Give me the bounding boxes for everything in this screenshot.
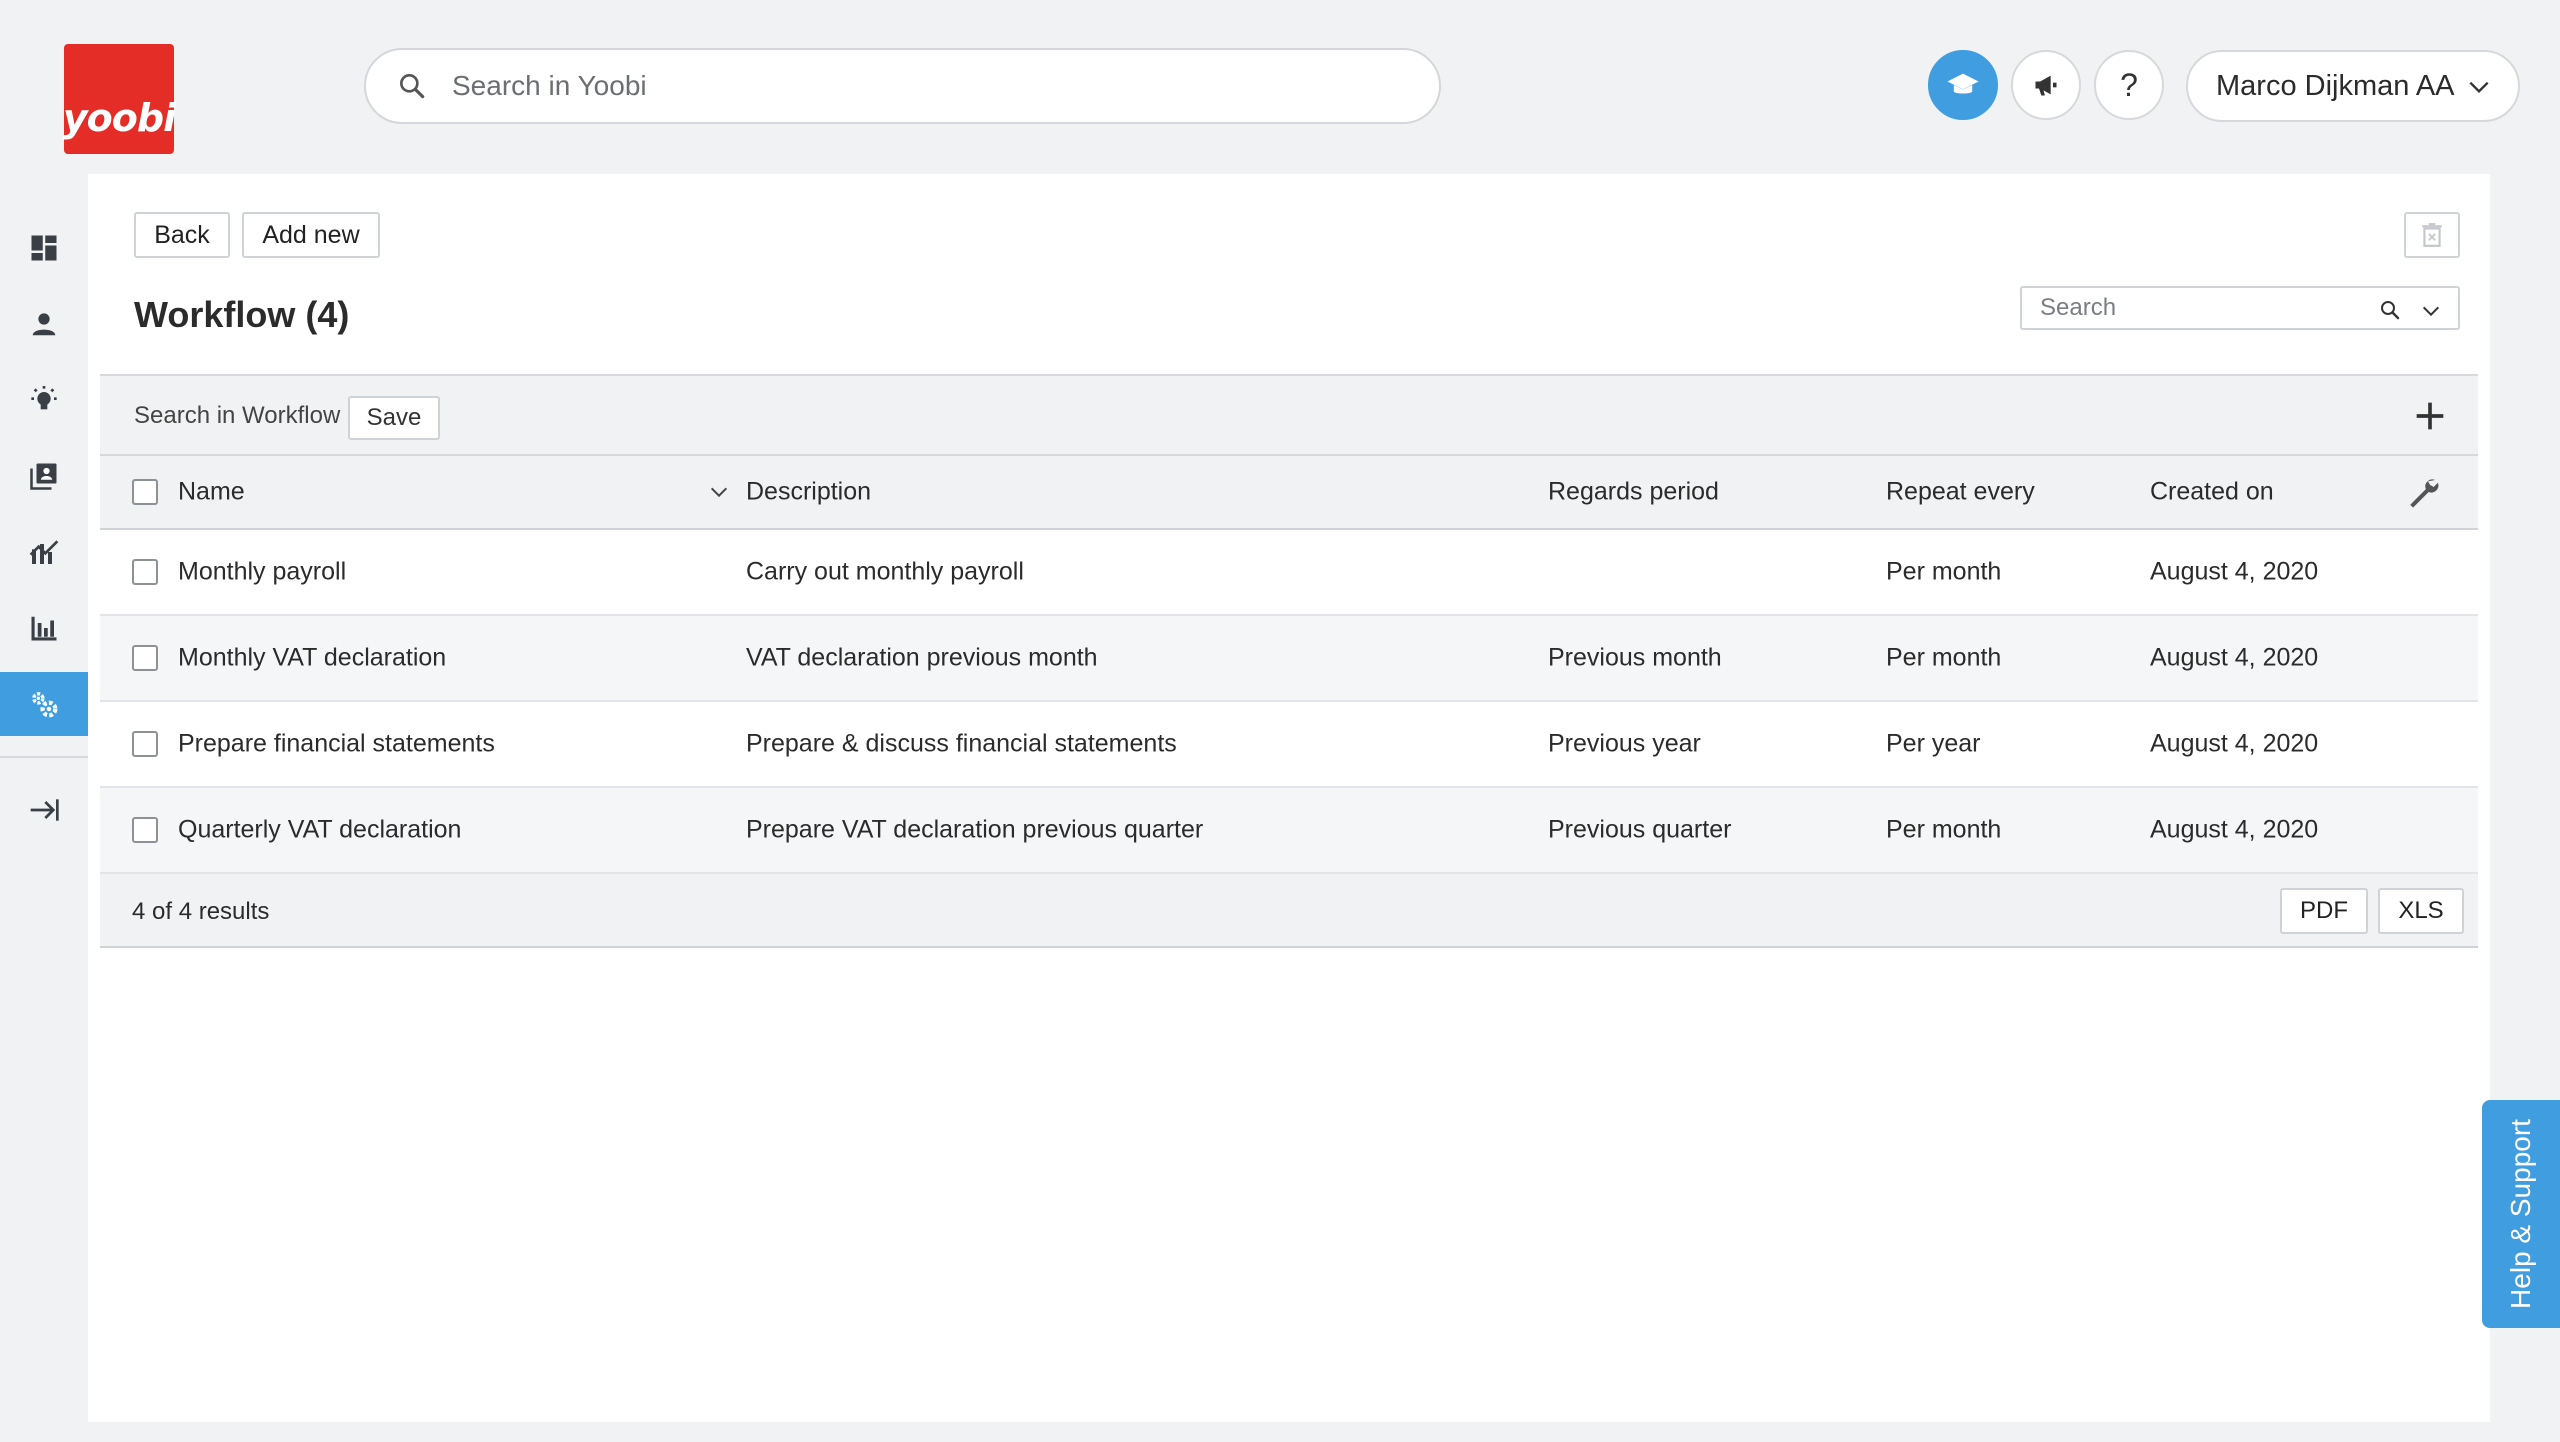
row-repeat-every: Per month [1886, 815, 2002, 844]
sidebar-item-contacts[interactable] [0, 444, 88, 508]
grid-search-label: Search in Workflow [134, 402, 341, 429]
row-regards-period: Previous year [1548, 729, 1701, 758]
column-header-description[interactable]: Description [746, 478, 871, 507]
row-repeat-every: Per month [1886, 643, 2002, 672]
result-count: 4 of 4 results [132, 898, 270, 925]
row-name: Monthly VAT declaration [178, 643, 447, 672]
sidebar-item-settings[interactable] [0, 672, 88, 736]
sign-out-arrow-icon [30, 799, 59, 821]
column-header-name[interactable]: Name [178, 478, 245, 507]
row-created-on: August 4, 2020 [2150, 557, 2319, 586]
select-all-checkbox[interactable] [132, 479, 158, 505]
table-row[interactable]: Monthly payroll Carry out monthly payrol… [100, 530, 2478, 616]
row-description: Prepare & discuss financial statements [746, 729, 1177, 758]
add-new-button[interactable]: Add new [242, 212, 380, 258]
help-support-label: Help & Support [2505, 1119, 2537, 1309]
sidebar-item-dashboard[interactable] [0, 216, 88, 280]
row-regards-period: Previous quarter [1548, 815, 1732, 844]
wrench-icon[interactable] [2406, 475, 2440, 509]
row-regards-period: Previous month [1548, 643, 1722, 672]
grid-footer: 4 of 4 results PDF XLS [100, 874, 2478, 948]
export-xls-button[interactable]: XLS [2378, 888, 2464, 934]
grid-toolbar: Search in Workflow Save [100, 374, 2478, 456]
workflow-search-box[interactable] [2020, 286, 2460, 330]
row-name: Monthly payroll [178, 557, 347, 586]
graduation-cap-icon [1947, 73, 1979, 94]
help-button[interactable]: ? [2094, 50, 2164, 120]
table-row[interactable]: Quarterly VAT declaration Prepare VAT de… [100, 788, 2478, 874]
lightbulb-icon [31, 386, 57, 410]
search-icon [400, 74, 425, 99]
contacts-book-icon [30, 463, 57, 490]
settings-gears-icon [32, 692, 58, 718]
page-title: Workflow (4) [134, 294, 350, 335]
help-support-tab[interactable]: Help & Support [2482, 1100, 2560, 1328]
yoobi-logo[interactable]: yoobi [62, 44, 176, 154]
row-repeat-every: Per year [1886, 729, 1981, 758]
back-button[interactable]: Back [134, 212, 230, 258]
export-pdf-button[interactable]: PDF [2280, 888, 2368, 934]
global-search-bar[interactable] [364, 48, 1441, 124]
row-name: Prepare financial statements [178, 729, 495, 758]
sidebar-divider [0, 756, 88, 758]
workflow-search-input[interactable] [2038, 293, 2338, 323]
announcements-button[interactable] [2011, 50, 2081, 120]
plus-icon[interactable] [2410, 396, 2450, 436]
sidebar-item-logout[interactable] [0, 778, 88, 842]
dashboard-icon [31, 235, 57, 261]
column-header-created-on[interactable]: Created on [2150, 478, 2274, 507]
chevron-down-icon[interactable] [2420, 300, 2442, 322]
column-header-repeat-every[interactable]: Repeat every [1886, 478, 2035, 507]
row-created-on: August 4, 2020 [2150, 729, 2319, 758]
row-name: Quarterly VAT declaration [178, 815, 462, 844]
table-row[interactable]: Prepare financial statements Prepare & d… [100, 702, 2478, 788]
academy-button[interactable] [1928, 50, 1998, 120]
global-search-input[interactable] [450, 69, 1350, 103]
sidebar-item-reports[interactable] [0, 596, 88, 660]
sidebar-item-people[interactable] [0, 292, 88, 356]
row-checkbox[interactable] [132, 559, 158, 585]
question-mark-icon: ? [2120, 66, 2138, 103]
bar-chart-icon [31, 616, 57, 641]
workflow-grid: Search in Workflow Save Name Description… [100, 374, 2478, 948]
row-repeat-every: Per month [1886, 557, 2002, 586]
row-description: Prepare VAT declaration previous quarter [746, 815, 1204, 844]
logo-text: yoobi [62, 96, 176, 140]
delete-button[interactable] [2404, 212, 2460, 258]
row-description: Carry out monthly payroll [746, 557, 1024, 586]
main-panel: Back Add new Workflow (4) Search in Work… [88, 174, 2490, 1422]
row-checkbox[interactable] [132, 645, 158, 671]
trash-icon [2422, 223, 2442, 247]
search-icon[interactable] [2378, 298, 2402, 322]
chevron-down-icon [2469, 81, 2489, 94]
sidebar-item-analytics[interactable] [0, 520, 88, 584]
chevron-down-icon[interactable] [708, 481, 730, 503]
user-name: Marco Dijkman AA [2216, 69, 2455, 102]
row-checkbox[interactable] [132, 817, 158, 843]
person-icon [32, 313, 56, 336]
row-created-on: August 4, 2020 [2150, 815, 2319, 844]
user-menu[interactable]: Marco Dijkman AA [2186, 50, 2520, 122]
analytics-icon [29, 540, 59, 564]
table-row[interactable]: Monthly VAT declaration VAT declaration … [100, 616, 2478, 702]
column-header-regards-period[interactable]: Regards period [1548, 478, 1719, 507]
row-checkbox[interactable] [132, 731, 158, 757]
save-button[interactable]: Save [348, 396, 440, 440]
row-created-on: August 4, 2020 [2150, 643, 2319, 672]
table-header: Name Description Regards period Repeat e… [100, 456, 2478, 530]
row-description: VAT declaration previous month [746, 643, 1098, 672]
megaphone-icon [2035, 75, 2057, 96]
sidebar-item-ideas[interactable] [0, 368, 88, 432]
